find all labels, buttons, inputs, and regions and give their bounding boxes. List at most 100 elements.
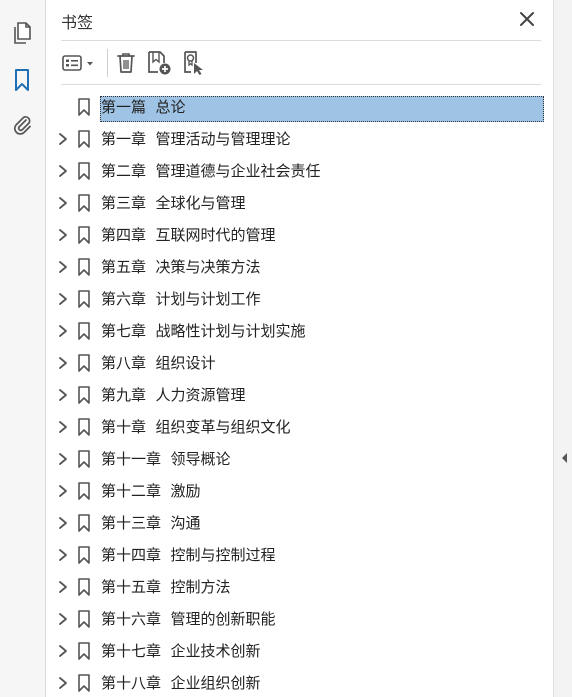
bookmark-icon (78, 546, 90, 564)
bookmark-label: 第二章 管理道德与企业社会责任 (101, 162, 321, 180)
new-bookmark-button[interactable] (145, 49, 173, 77)
bookmark-label: 第十八章 企业组织创新 (101, 674, 261, 692)
bookmark-icon (78, 674, 90, 692)
chevron-right-icon[interactable] (56, 612, 70, 626)
bookmark-row[interactable]: 第一篇 总论 (46, 91, 553, 123)
chevron-right-icon[interactable] (56, 516, 70, 530)
bookmark-row[interactable]: 第十章 组织变革与组织文化 (46, 411, 553, 443)
bookmark-icon (78, 418, 90, 436)
bookmark-row[interactable]: 第三章 全球化与管理 (46, 187, 553, 219)
chevron-right-icon[interactable] (56, 164, 70, 178)
chevron-right-icon[interactable] (56, 132, 70, 146)
bookmark-row[interactable]: 第二章 管理道德与企业社会责任 (46, 155, 553, 187)
bookmark-label: 第三章 全球化与管理 (101, 194, 246, 212)
chevron-right-icon[interactable] (56, 644, 70, 658)
bookmark-row[interactable]: 第八章 组织设计 (46, 347, 553, 379)
chevron-right-icon[interactable] (56, 324, 70, 338)
bookmark-label: 第十四章 控制与控制过程 (101, 546, 276, 564)
bookmark-label: 第四章 互联网时代的管理 (101, 226, 276, 244)
bookmark-icon (78, 386, 90, 404)
bookmark-label: 第一章 管理活动与管理理论 (101, 130, 291, 148)
options-menu-icon (62, 55, 93, 71)
bookmarks-toolbar (61, 41, 541, 85)
collapse-panel-button[interactable] (559, 450, 569, 464)
bookmark-row[interactable]: 第七章 战略性计划与计划实施 (46, 315, 553, 347)
bookmark-label: 第六章 计划与计划工作 (101, 290, 261, 308)
bookmark-label: 第十五章 控制方法 (101, 578, 231, 596)
close-panel-button[interactable] (517, 9, 537, 29)
bookmark-tree: 第一篇 总论第一章 管理活动与管理理论第二章 管理道德与企业社会责任 第三章 全球… (46, 91, 553, 697)
bookmark-label: 第十章 组织变革与组织文化 (101, 418, 291, 436)
chevron-right-icon[interactable] (56, 356, 70, 370)
bookmark-row[interactable]: 第九章 人力资源管理 (46, 379, 553, 411)
chevron-right-icon[interactable] (56, 580, 70, 594)
bookmark-label: 第十二章 激励 (101, 482, 201, 500)
panel-title: 书签 (61, 13, 94, 32)
bookmark-from-selection-icon (184, 51, 203, 75)
bookmarks-button[interactable] (6, 64, 38, 96)
bookmark-icon (78, 642, 90, 660)
bookmark-icon (15, 69, 29, 91)
bookmark-row[interactable]: 第十七章 企业技术创新 (46, 635, 553, 667)
close-icon (520, 12, 534, 26)
chevron-right-icon[interactable] (56, 420, 70, 434)
bookmark-label: 第五章 决策与决策方法 (101, 258, 261, 276)
bookmark-row[interactable]: 第十四章 控制与控制过程 (46, 539, 553, 571)
bookmark-label: 第十六章 管理的创新职能 (101, 610, 276, 628)
bookmark-row[interactable]: 第一章 管理活动与管理理论 (46, 123, 553, 155)
bookmark-row[interactable]: 第十五章 控制方法 (46, 571, 553, 603)
bookmark-icon (78, 194, 90, 212)
bookmark-icon (78, 514, 90, 532)
bookmark-label: 第九章 人力资源管理 (101, 386, 246, 404)
bookmark-row[interactable]: 第十八章 企业组织创新 (46, 667, 553, 697)
bookmark-row[interactable]: 第十一章 领导概论 (46, 443, 553, 475)
delete-icon (117, 53, 135, 73)
chevron-left-icon (562, 453, 567, 463)
bookmark-row[interactable]: 第六章 计划与计划工作 (46, 283, 553, 315)
page-thumbnails-button[interactable] (6, 17, 38, 49)
chevron-right-icon[interactable] (56, 484, 70, 498)
bookmark-row[interactable]: 第四章 互联网时代的管理 (46, 219, 553, 251)
panel-header: 书签 (61, 0, 541, 41)
bookmark-label: 第十三章 沟通 (101, 514, 201, 532)
paperclip-icon (13, 116, 31, 135)
bookmark-icon (78, 258, 90, 276)
bookmark-row[interactable]: 第十六章 管理的创新职能 (46, 603, 553, 635)
chevron-right-icon[interactable] (56, 196, 70, 210)
bookmark-icon (78, 162, 90, 180)
chevron-right-icon[interactable] (56, 228, 70, 242)
navigation-rail (0, 0, 46, 697)
options-menu-button[interactable] (61, 49, 99, 77)
bookmark-icon (78, 290, 90, 308)
bookmark-icon (78, 450, 90, 468)
new-bookmark-icon (148, 51, 171, 75)
chevron-right-icon[interactable] (56, 548, 70, 562)
bookmark-icon (78, 354, 90, 372)
bookmarks-panel: 书签 第一篇 总论 第一章 管理活动与管理理论 第二章 管理道德与企业社会责任 … (46, 0, 553, 697)
chevron-right-icon[interactable] (56, 676, 70, 690)
bookmark-icon (78, 322, 90, 340)
attachments-button[interactable] (6, 109, 38, 141)
bookmark-icon (78, 482, 90, 500)
bookmark-icon (78, 226, 90, 244)
bookmark-label: 第一篇 总论 (100, 96, 544, 122)
bookmark-icon (78, 610, 90, 628)
bookmark-icon (78, 578, 90, 596)
bookmark-from-selection-button[interactable] (179, 49, 207, 77)
bookmark-label: 第十一章 领导概论 (101, 450, 231, 468)
panel-collapse-strip (553, 0, 572, 697)
chevron-right-icon[interactable] (56, 452, 70, 466)
bookmark-row[interactable]: 第十三章 沟通 (46, 507, 553, 539)
pages-icon (14, 22, 31, 44)
toolbar-separator (107, 49, 108, 77)
delete-bookmark-button[interactable] (113, 49, 139, 77)
bookmark-row[interactable]: 第五章 决策与决策方法 (46, 251, 553, 283)
bookmark-icon (78, 130, 90, 148)
bookmark-icon (78, 98, 90, 116)
chevron-right-icon[interactable] (56, 292, 70, 306)
bookmark-label: 第八章 组织设计 (101, 354, 216, 372)
chevron-right-icon[interactable] (56, 388, 70, 402)
chevron-right-icon[interactable] (56, 260, 70, 274)
bookmarks-window: 书签 第一篇 总论 第一章 管理活动与管理理论 第二章 管理道德与企业社会责任 … (0, 0, 572, 697)
bookmark-row[interactable]: 第十二章 激励 (46, 475, 553, 507)
